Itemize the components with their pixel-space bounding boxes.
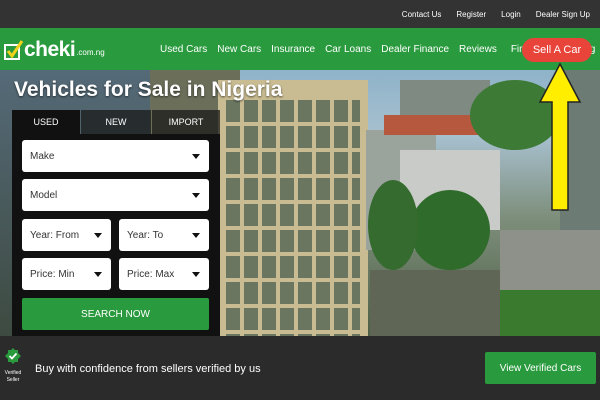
make-select[interactable]: Make	[22, 140, 209, 172]
contact-us-link[interactable]: Contact Us	[402, 10, 442, 19]
caret-down-icon	[94, 272, 102, 277]
price-min-select[interactable]: Price: Min	[22, 258, 111, 290]
nav-reviews[interactable]: Reviews	[459, 44, 497, 55]
price-max-select[interactable]: Price: Max	[119, 258, 209, 290]
model-select-value: Model	[30, 189, 58, 201]
sell-a-car-button[interactable]: Sell A Car	[522, 38, 592, 62]
price-max-value: Price: Max	[127, 268, 175, 280]
nav-dealer-finance[interactable]: Dealer Finance	[381, 44, 449, 55]
tree-cluster-1	[410, 190, 490, 270]
nav-used-cars[interactable]: Used Cars	[160, 44, 207, 55]
tree-cluster-2	[368, 180, 418, 270]
nav-insurance[interactable]: Insurance	[271, 44, 315, 55]
logo-domain: .com.ng	[76, 48, 105, 57]
caret-down-icon	[192, 154, 200, 159]
login-link[interactable]: Login	[501, 10, 521, 19]
price-min-value: Price: Min	[30, 268, 75, 280]
caret-down-icon	[94, 233, 102, 238]
year-from-value: Year: From	[30, 229, 80, 241]
logo-wordmark: cheki	[24, 38, 76, 61]
tab-import[interactable]: IMPORT	[152, 110, 220, 134]
confidence-message: Buy with confidence from sellers verifie…	[35, 363, 261, 375]
caret-down-icon	[192, 193, 200, 198]
checkmark-logo-icon	[4, 39, 24, 61]
top-utility-bar: Contact Us Register Login Dealer Sign Up	[0, 0, 600, 28]
street-level	[370, 270, 500, 336]
verified-seller-bar: Verified Seller Buy with confidence from…	[0, 336, 600, 400]
model-select[interactable]: Model	[22, 179, 209, 211]
tower-floors	[226, 100, 360, 336]
vehicle-search-panel: USED NEW IMPORT Make Model Year: From Ye…	[12, 110, 220, 338]
utility-links: Contact Us Register Login Dealer Sign Up	[402, 0, 590, 28]
cheki-logo[interactable]: cheki .com.ng	[4, 37, 105, 61]
register-link[interactable]: Register	[456, 10, 486, 19]
nav-car-loans[interactable]: Car Loans	[325, 44, 371, 55]
search-form: Make Model Year: From Year: To Price: Mi…	[12, 134, 220, 338]
make-select-value: Make	[30, 150, 55, 162]
dealer-signup-link[interactable]: Dealer Sign Up	[536, 10, 590, 19]
year-to-select[interactable]: Year: To	[119, 219, 209, 251]
yellow-arrow-icon	[538, 62, 582, 217]
view-verified-cars-button[interactable]: View Verified Cars	[485, 352, 596, 384]
badge-label-verified: Verified	[4, 370, 22, 376]
street-with-cars	[500, 230, 600, 290]
search-tabs: USED NEW IMPORT	[12, 110, 220, 134]
main-nav: cheki .com.ng Used Cars New Cars Insuran…	[0, 28, 600, 70]
verified-seller-badge: Verified Seller	[4, 348, 22, 383]
year-to-value: Year: To	[127, 229, 164, 241]
caret-down-icon	[192, 233, 200, 238]
verified-check-icon	[5, 348, 21, 364]
caret-down-icon	[192, 272, 200, 277]
tab-new[interactable]: NEW	[81, 110, 151, 134]
year-from-select[interactable]: Year: From	[22, 219, 111, 251]
badge-label-seller: Seller	[6, 377, 20, 383]
tab-used[interactable]: USED	[12, 110, 80, 134]
search-now-button[interactable]: SEARCH NOW	[22, 298, 209, 330]
nav-new-cars[interactable]: New Cars	[217, 44, 261, 55]
hero-title: Vehicles for Sale in Nigeria	[14, 78, 283, 101]
